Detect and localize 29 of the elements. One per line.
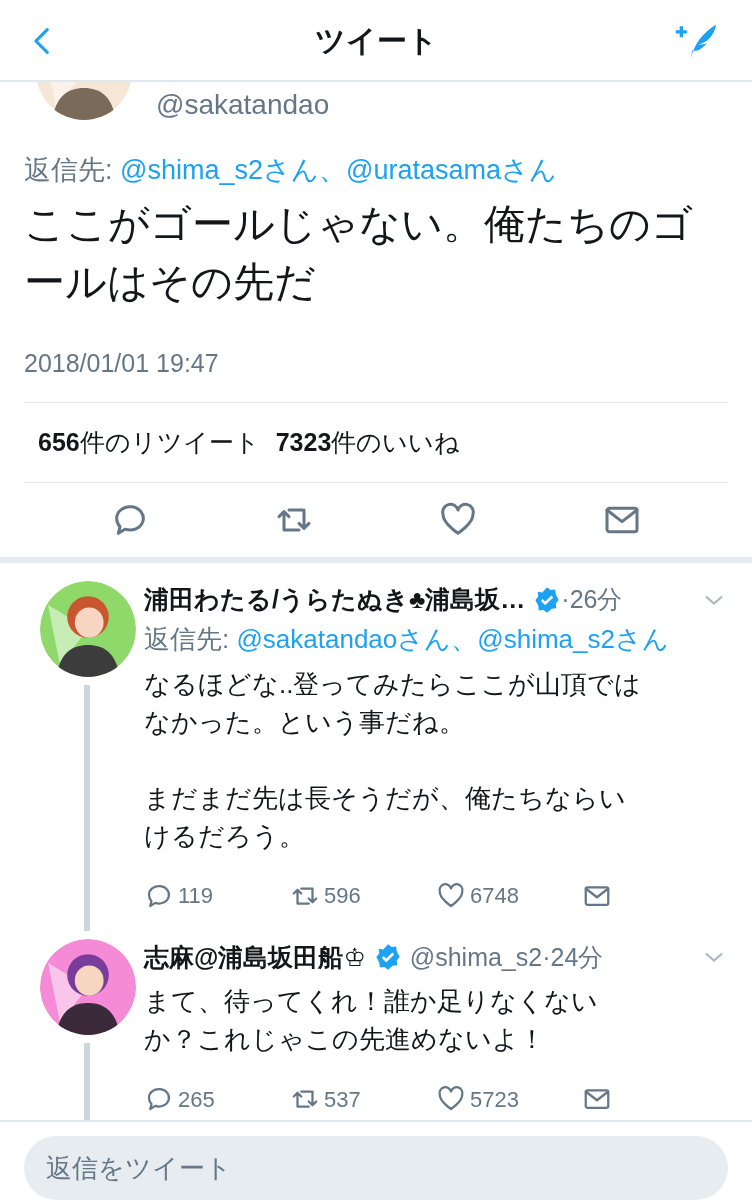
user-name[interactable]: 浦田わたる/うらたぬき♣浦島坂… <box>144 581 526 619</box>
retweet-count[interactable]: 656件のリツイート <box>38 423 260 462</box>
retweet-count: 537 <box>324 1085 361 1114</box>
mention-link[interactable]: @shima_s2さん <box>477 623 669 654</box>
timestamp: ·24分 <box>542 941 604 973</box>
reply-count: 119 <box>178 882 214 910</box>
like-count: 5723 <box>470 1085 519 1114</box>
page-title: ツイート <box>314 22 438 59</box>
reply-count: 265 <box>178 1085 215 1114</box>
tweet-text: ここがゴールじゃない。俺たちのゴールはその先だ <box>24 199 694 307</box>
reply-text: なるほどな..登ってみたらここが山頂ではなかった。という事だね。 <box>144 667 643 739</box>
reply-to-line: 返信先: @shima_s2さん、@uratasamaさん <box>24 154 558 187</box>
reply-text: まだまだ先は長そうだが、俺たちならいけるだろう。 <box>144 781 627 853</box>
user-handle[interactable]: @shima_s2 <box>409 938 543 976</box>
avatar[interactable] <box>40 581 136 677</box>
timestamp: ·26分 <box>561 584 623 615</box>
user-handle[interactable]: @sakatandao <box>156 84 330 128</box>
mention-link[interactable]: @shima_s2さん、 <box>120 155 346 185</box>
mention-link[interactable]: @uratasamaさん <box>346 155 557 185</box>
reply-text: まて、待ってくれ！誰か足りなくないか？これじゃこの先進めないよ！ <box>144 985 599 1056</box>
avatar[interactable] <box>40 938 136 1035</box>
mention-link[interactable]: @sakatandaoさん、 <box>236 623 478 654</box>
retweet-count: 596 <box>324 882 361 910</box>
reply-to-line: 返信先: @sakatandaoさん、@shima_s2さん <box>144 622 670 656</box>
timestamp: 2018/01/01 19:47 <box>24 347 220 379</box>
user-name[interactable]: 志麻@浦島坂田船♔ <box>144 938 366 976</box>
reply-field[interactable]: 返信をツイート <box>24 1136 728 1200</box>
like-count: 6748 <box>470 882 519 910</box>
like-count[interactable]: 7323件のいいね <box>275 423 461 462</box>
